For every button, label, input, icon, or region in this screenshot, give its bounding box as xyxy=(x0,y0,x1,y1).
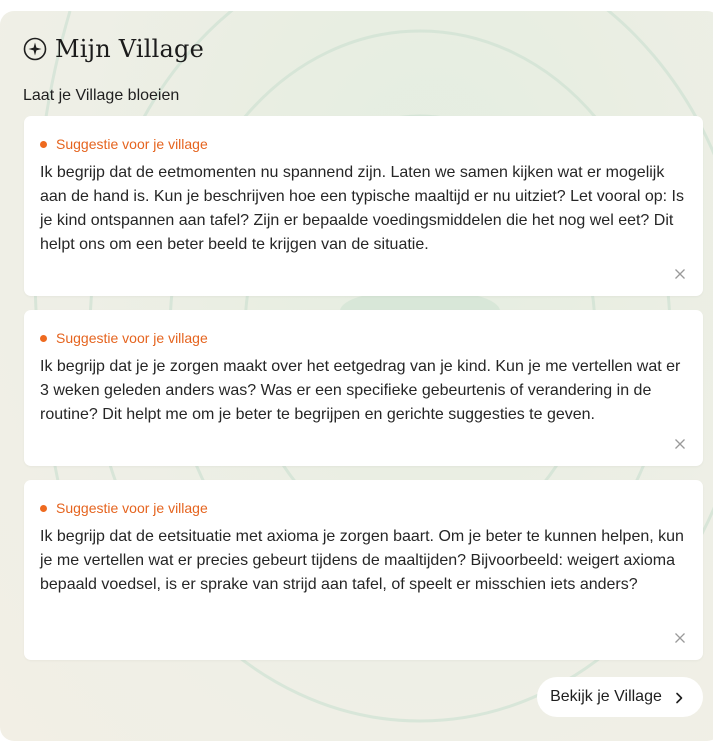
suggestion-card: Suggestie voor je village Ik begrijp dat… xyxy=(24,480,703,660)
suggestion-tag: Suggestie voor je village xyxy=(40,330,208,346)
close-icon[interactable] xyxy=(674,437,686,449)
orange-dot-icon xyxy=(40,140,47,148)
suggestion-tag-label: Suggestie voor je village xyxy=(56,136,208,152)
sparkle-compass-icon xyxy=(23,37,47,61)
page-header: Mijn Village xyxy=(23,35,204,63)
view-village-button[interactable]: Bekijk je Village xyxy=(537,677,703,717)
suggestion-tag-label: Suggestie voor je village xyxy=(56,330,208,346)
suggestion-tag-label: Suggestie voor je village xyxy=(56,500,208,516)
suggestion-text: Ik begrijp dat de eetsituatie met axioma… xyxy=(40,528,684,593)
suggestion-tag: Suggestie voor je village xyxy=(40,136,208,152)
suggestion-text: Ik begrijp dat de eetmomenten nu spannen… xyxy=(40,164,684,253)
page-subtitle: Laat je Village bloeien xyxy=(23,87,180,104)
close-icon[interactable] xyxy=(674,631,686,643)
suggestion-tag: Suggestie voor je village xyxy=(40,500,208,516)
page-title: Mijn Village xyxy=(55,35,204,63)
suggestion-text: Ik begrijp dat je je zorgen maakt over h… xyxy=(40,358,681,423)
suggestion-card: Suggestie voor je village Ik begrijp dat… xyxy=(24,310,703,466)
view-village-button-label: Bekijk je Village xyxy=(550,688,662,705)
orange-dot-icon xyxy=(40,334,47,342)
chevron-right-icon xyxy=(674,691,684,704)
suggestion-card: Suggestie voor je village Ik begrijp dat… xyxy=(24,116,703,296)
close-icon[interactable] xyxy=(674,267,686,279)
orange-dot-icon xyxy=(40,504,47,512)
